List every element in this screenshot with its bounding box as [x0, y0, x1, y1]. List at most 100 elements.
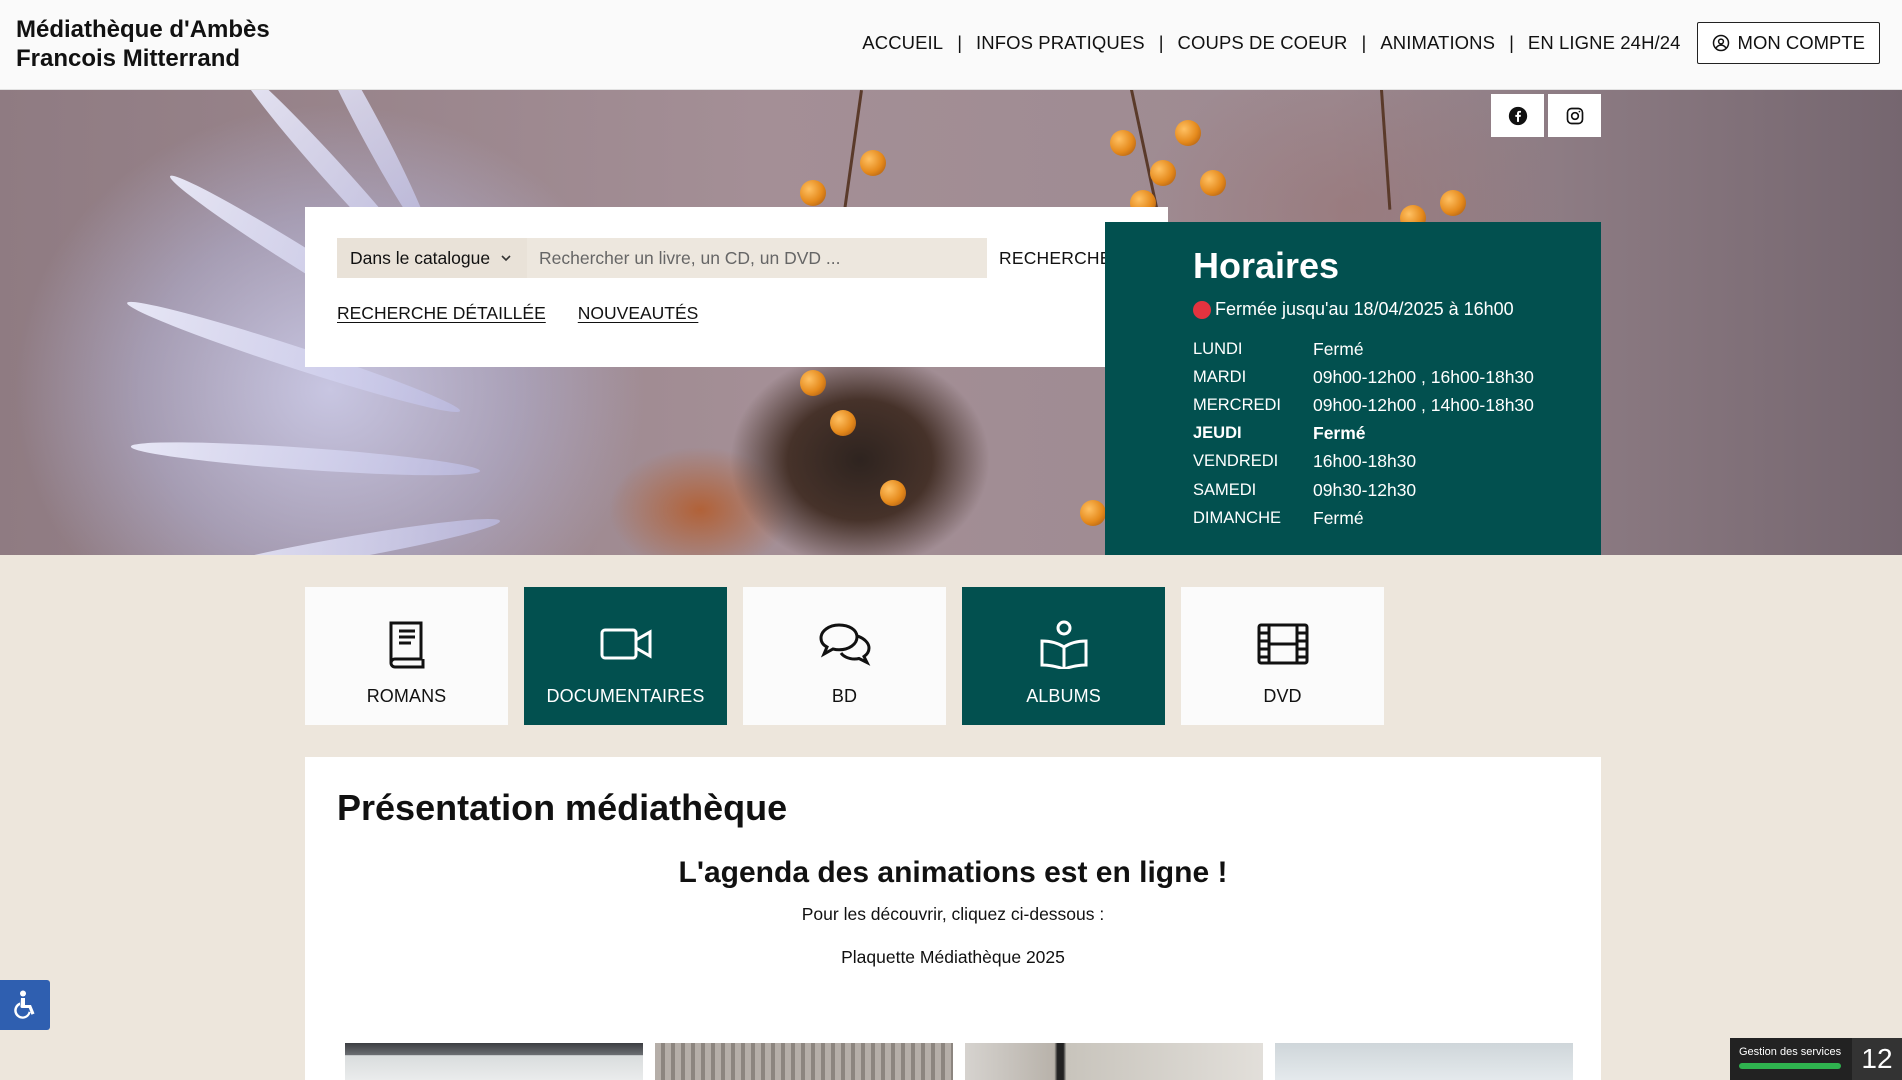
category-label: DOCUMENTAIRES: [546, 686, 705, 706]
hours-day: JEUDI: [1193, 424, 1242, 443]
opening-hours-panel: Horaires Fermée jusqu'au 18/04/2025 à 16…: [1105, 222, 1601, 555]
nav-en-ligne[interactable]: EN LIGNE 24H/24: [1526, 32, 1683, 54]
category-label: ALBUMS: [1026, 686, 1101, 706]
search-row: Dans le catalogue RECHERCHER: [337, 238, 1137, 278]
hours-status-text: Fermée jusqu'au 18/04/2025 à 16h00: [1215, 299, 1514, 319]
hours-day: SAMEDI: [1193, 480, 1257, 499]
category-documentaires[interactable]: DOCUMENTAIRES: [524, 587, 727, 725]
cookie-services-label: Gestion des services: [1739, 1046, 1842, 1058]
user-circle-icon: [1712, 34, 1729, 52]
cookie-status-bar: [1739, 1063, 1841, 1069]
category-romans[interactable]: ROMANS: [305, 587, 508, 725]
brochure-link[interactable]: Plaquette Médiathèque 2025: [305, 947, 1601, 968]
hours-time: 09h30-12h30: [1313, 479, 1417, 500]
hours-day: MERCREDI: [1193, 395, 1282, 414]
hours-status: Fermée jusqu'au 18/04/2025 à 16h00: [1193, 299, 1514, 320]
reader-icon: [1040, 620, 1087, 669]
my-account-button[interactable]: MON COMPTE: [1696, 22, 1880, 64]
category-albums[interactable]: ALBUMS: [962, 587, 1165, 725]
video-camera-icon: [600, 628, 651, 660]
site-header: Médiathèque d'Ambès Francois Mitterrand …: [0, 0, 1902, 90]
hero-berry: [1150, 160, 1176, 186]
hours-row: VENDREDI 16h00-18h30: [1193, 448, 1534, 476]
category-label: BD: [831, 686, 858, 706]
cookie-services-widget[interactable]: Gestion des services 12: [1730, 1038, 1902, 1080]
gallery-photo[interactable]: [965, 1043, 1263, 1080]
hero-berry: [1440, 190, 1466, 216]
hero-berry: [880, 480, 906, 506]
cookie-services-panel: Gestion des services: [1730, 1038, 1852, 1080]
hours-title: Horaires: [1193, 245, 1340, 286]
site-title-line1[interactable]: Médiathèque d'Ambès: [16, 15, 270, 44]
hero-berry: [830, 410, 856, 436]
category-bd[interactable]: BD: [743, 587, 946, 725]
new-arrivals-link[interactable]: NOUVEAUTÉS: [578, 303, 699, 324]
hero-berry: [1110, 130, 1136, 156]
hours-day: DIMANCHE: [1193, 508, 1282, 527]
status-closed-dot-icon: [1193, 300, 1211, 319]
nav-accueil[interactable]: ACCUEIL: [860, 32, 945, 54]
site-title-line2[interactable]: Francois Mitterrand: [16, 44, 270, 73]
search-scope-select[interactable]: Dans le catalogue: [337, 238, 527, 278]
hours-time: 09h00-12h00 , 16h00-18h30: [1313, 366, 1534, 387]
site-title[interactable]: Médiathèque d'Ambès Francois Mitterrand: [16, 15, 270, 73]
presentation-intro: Pour les découvrir, cliquez ci-dessous :: [801, 904, 1105, 924]
hours-day: LUNDI: [1193, 339, 1243, 358]
hero-berry: [1080, 500, 1106, 526]
facebook-button[interactable]: [1491, 94, 1544, 137]
hero-branch: [1380, 90, 1392, 210]
presentation-heading: L'agenda des animations est en ligne !: [678, 856, 1228, 889]
hours-row: SAMEDI 09h30-12h30: [1193, 476, 1534, 504]
gallery-photo[interactable]: [345, 1043, 643, 1080]
hours-time: 09h00-12h00 , 14h00-18h30: [1313, 394, 1534, 415]
speech-bubbles-icon: [818, 623, 871, 666]
nav-animations[interactable]: ANIMATIONS: [1378, 32, 1497, 54]
advanced-search-link[interactable]: RECHERCHE DÉTAILLÉE: [337, 303, 546, 324]
nav-separator: |: [1158, 32, 1164, 53]
instagram-button[interactable]: [1548, 94, 1601, 137]
hours-time: 16h00-18h30: [1313, 451, 1417, 472]
category-label: ROMANS: [366, 686, 447, 706]
hero-berry: [800, 180, 826, 206]
category-dvd[interactable]: DVD: [1181, 587, 1384, 725]
hero-berry: [860, 150, 886, 176]
category-tiles: ROMANS DOCUMENTAIRES BD ALBUMS DVD: [305, 587, 1384, 725]
gallery-photo[interactable]: [655, 1043, 953, 1080]
hours-time: Fermé: [1313, 423, 1366, 444]
cookie-services-count: 12: [1852, 1038, 1902, 1080]
book-icon: [389, 621, 424, 669]
search-input[interactable]: [527, 238, 987, 278]
search-panel: Dans le catalogue RECHERCHER RECHERCHE D…: [305, 207, 1168, 367]
hours-row: MARDI 09h00-12h00 , 16h00-18h30: [1193, 363, 1534, 391]
search-scope-value: Dans le catalogue: [350, 247, 491, 268]
hours-day: VENDREDI: [1193, 452, 1279, 471]
hero-berry: [1200, 170, 1226, 196]
hero-feather: [182, 510, 502, 555]
photo-gallery: [345, 1043, 1573, 1080]
hero-feather: [130, 435, 481, 482]
instagram-icon: [1566, 107, 1583, 124]
nav-coups-de-coeur[interactable]: COUPS DE COEUR: [1176, 32, 1350, 54]
nav-separator: |: [957, 32, 962, 53]
hours-day: MARDI: [1193, 367, 1247, 386]
hours-row: DIMANCHE Fermé: [1193, 504, 1534, 532]
hours-row-today: JEUDI Fermé: [1193, 420, 1534, 448]
nav-infos-pratiques[interactable]: INFOS PRATIQUES: [974, 32, 1147, 54]
hours-time: Fermé: [1313, 338, 1364, 359]
nav-separator: |: [1509, 32, 1514, 53]
category-label: DVD: [1263, 686, 1302, 706]
gallery-photo[interactable]: [1275, 1043, 1573, 1080]
facebook-icon: [1508, 106, 1527, 125]
presentation-title: Présentation médiathèque: [337, 787, 788, 828]
film-icon: [1257, 623, 1308, 665]
hours-row: MERCREDI 09h00-12h00 , 14h00-18h30: [1193, 391, 1534, 419]
accessibility-button[interactable]: [0, 980, 50, 1030]
search-links: RECHERCHE DÉTAILLÉE NOUVEAUTÉS: [337, 303, 698, 324]
hours-time: Fermé: [1313, 507, 1364, 528]
chevron-down-icon: [501, 255, 511, 262]
accessibility-icon: [14, 990, 35, 1019]
presentation-section: Présentation médiathèque L'agenda des an…: [305, 757, 1601, 1080]
nav-separator: |: [1361, 32, 1367, 53]
main-nav: ACCUEIL | INFOS PRATIQUES | COUPS DE COE…: [860, 22, 1880, 64]
my-account-label: MON COMPTE: [1737, 32, 1865, 53]
